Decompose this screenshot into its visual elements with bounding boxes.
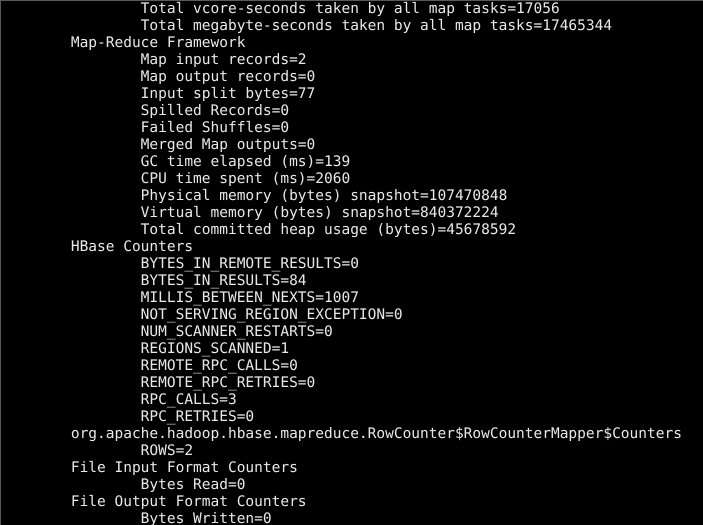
- terminal-line: NOT_SERVING_REGION_EXCEPTION=0: [1, 307, 403, 323]
- terminal-line: NUM_SCANNER_RESTARTS=0: [1, 324, 333, 340]
- terminal-line: CPU time spent (ms)=2060: [1, 171, 351, 187]
- terminal-line: Merged Map outputs=0: [1, 137, 316, 153]
- terminal-line: GC time elapsed (ms)=139: [1, 154, 351, 170]
- terminal-line: org.apache.hadoop.hbase.mapreduce.RowCou…: [1, 426, 682, 442]
- terminal-line: RPC_CALLS=3: [1, 392, 237, 408]
- terminal-window[interactable]: Total vcore-seconds taken by all map tas…: [0, 0, 703, 525]
- terminal-line: Failed Shuffles=0: [1, 120, 290, 136]
- terminal-line: HBase Counters: [1, 239, 194, 255]
- terminal-line: BYTES_IN_RESULTS=84: [1, 273, 307, 289]
- terminal-line: Virtual memory (bytes) snapshot=84037222…: [1, 205, 499, 221]
- terminal-line: REGIONS_SCANNED=1: [1, 341, 290, 357]
- terminal-line: ROWS=2: [1, 443, 194, 459]
- terminal-line: BYTES_IN_REMOTE_RESULTS=0: [1, 256, 359, 272]
- terminal-line: File Output Format Counters: [1, 494, 307, 510]
- terminal-line: Total committed heap usage (bytes)=45678…: [1, 222, 517, 238]
- terminal-line: RPC_RETRIES=0: [1, 409, 255, 425]
- terminal-output-text: Total vcore-seconds taken by all map tas…: [1, 1, 703, 525]
- terminal-line: MILLIS_BETWEEN_NEXTS=1007: [1, 290, 359, 306]
- terminal-line: Map-Reduce Framework: [1, 35, 246, 51]
- terminal-line: Map output records=0: [1, 69, 316, 85]
- terminal-line: Bytes Written=0: [1, 511, 272, 525]
- terminal-line: Total megabyte-seconds taken by all map …: [1, 18, 613, 34]
- terminal-line: Input split bytes=77: [1, 86, 316, 102]
- terminal-line: REMOTE_RPC_RETRIES=0: [1, 375, 316, 391]
- terminal-line: Map input records=2: [1, 52, 307, 68]
- terminal-line: File Input Format Counters: [1, 460, 298, 476]
- terminal-line: REMOTE_RPC_CALLS=0: [1, 358, 298, 374]
- terminal-line: Spilled Records=0: [1, 103, 290, 119]
- terminal-line: Total vcore-seconds taken by all map tas…: [1, 1, 560, 17]
- terminal-line: Physical memory (bytes) snapshot=1074708…: [1, 188, 508, 204]
- terminal-line: Bytes Read=0: [1, 477, 246, 493]
